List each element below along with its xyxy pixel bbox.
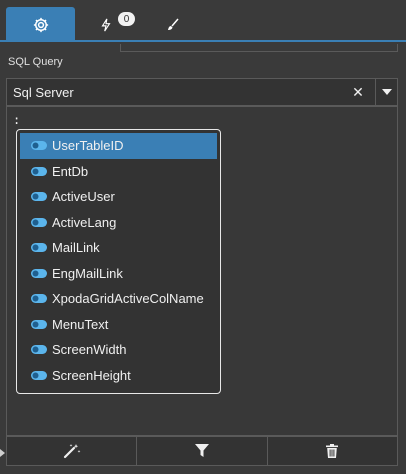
toggle-icon: [31, 294, 47, 304]
database-select-value: Sql Server: [13, 85, 74, 100]
autocomplete-item-label: XpodaGridActiveColName: [52, 291, 204, 307]
autocomplete-item-label: ActiveLang: [52, 214, 117, 230]
gear-icon: [33, 17, 48, 32]
brush-icon: [168, 18, 179, 30]
toggle-icon: [31, 141, 47, 151]
toggle-icon: [31, 192, 47, 202]
tab-style[interactable]: [155, 7, 191, 42]
toggle-icon: [31, 268, 47, 278]
autocomplete-item-label: UserTableID: [52, 138, 124, 154]
autocomplete-item[interactable]: ScreenWidth: [20, 337, 217, 363]
caret-down-icon: [382, 89, 392, 95]
tab-events[interactable]: 0: [90, 7, 142, 42]
format-button[interactable]: [7, 437, 138, 465]
delete-button[interactable]: [268, 437, 397, 465]
autocomplete-item-label: MailLink: [52, 240, 100, 256]
event-count-badge: 0: [118, 12, 135, 26]
autocomplete-item[interactable]: XpodaGridActiveColName: [20, 286, 217, 312]
section-label: SQL Query: [8, 56, 63, 68]
autocomplete-item-label: EntDb: [52, 163, 89, 179]
toggle-icon: [31, 217, 47, 227]
filter-icon: [194, 444, 209, 457]
autocomplete-item-label: ScreenHeight: [52, 367, 131, 383]
autocomplete-item[interactable]: EntDb: [20, 159, 217, 185]
toggle-icon: [31, 345, 47, 355]
toggle-icon: [31, 319, 47, 329]
autocomplete-item-label: EngMailLink: [52, 265, 123, 281]
dropdown-toggle-button[interactable]: [377, 79, 397, 105]
autocomplete-popup: UserTableID EntDb ActiveUser ActiveLang Mail…: [16, 129, 221, 394]
autocomplete-item[interactable]: ActiveUser: [20, 184, 217, 210]
toggle-icon: [31, 370, 47, 380]
magic-wand-icon: [63, 444, 81, 459]
autocomplete-list: UserTableID EntDb ActiveUser ActiveLang Mail…: [20, 133, 217, 388]
autocomplete-item-label: ActiveUser: [52, 189, 115, 205]
database-select[interactable]: Sql Server ✕: [6, 78, 398, 106]
autocomplete-item[interactable]: UserTableID: [20, 133, 217, 159]
trash-icon: [326, 444, 339, 458]
tab-bar: 0: [0, 0, 406, 42]
autocomplete-item[interactable]: ActiveLang: [20, 210, 217, 236]
autocomplete-item[interactable]: MailLink: [20, 235, 217, 261]
resize-arrow-icon: [0, 449, 5, 457]
autocomplete-item[interactable]: EngMailLink: [20, 261, 217, 287]
collapsed-panel-edge: [120, 44, 398, 52]
autocomplete-item[interactable]: ScreenHeight: [20, 363, 217, 389]
editor-toolbar: [6, 436, 398, 466]
tab-settings[interactable]: [6, 7, 75, 42]
toggle-icon: [31, 166, 47, 176]
autocomplete-item-label: MenuText: [52, 316, 109, 332]
filter-button[interactable]: [137, 437, 268, 465]
editor-text: :: [13, 113, 21, 127]
autocomplete-item-label: ScreenWidth: [52, 342, 127, 358]
toggle-icon: [31, 243, 47, 253]
lightning-icon: [101, 18, 111, 32]
autocomplete-item[interactable]: MenuText: [20, 312, 217, 338]
clear-selection-button[interactable]: ✕: [349, 83, 367, 101]
select-divider: [375, 79, 376, 105]
